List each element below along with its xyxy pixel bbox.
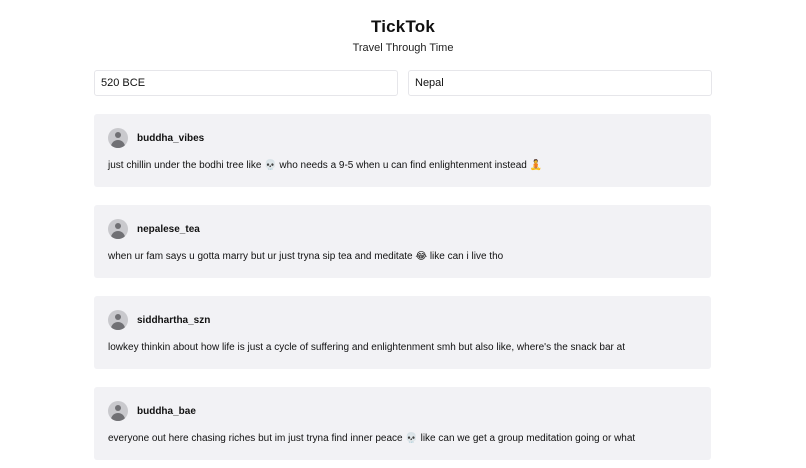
header: TickTok Travel Through Time xyxy=(0,16,806,55)
location-input[interactable] xyxy=(408,70,712,96)
time-input[interactable] xyxy=(94,70,398,96)
post-text: everyone out here chasing riches but im … xyxy=(108,433,636,444)
avatar-body-shape xyxy=(111,322,125,330)
post-username[interactable]: buddha_vibes xyxy=(137,132,204,145)
user-avatar-icon[interactable] xyxy=(108,401,128,421)
user-avatar-icon[interactable] xyxy=(108,219,128,239)
post-text: lowkey thinkin about how life is just a … xyxy=(108,342,626,353)
post-username[interactable]: siddhartha_szn xyxy=(137,314,210,327)
post-text: just chillin under the bodhi tree like 💀… xyxy=(108,160,543,171)
post-card: siddhartha_szn lowkey thinkin about how … xyxy=(94,296,711,369)
post-card: buddha_bae everyone out here chasing ric… xyxy=(94,387,711,460)
post-feed: buddha_vibes just chillin under the bodh… xyxy=(94,114,711,468)
user-avatar-icon[interactable] xyxy=(108,310,128,330)
avatar-body-shape xyxy=(111,413,125,421)
post-card: buddha_vibes just chillin under the bodh… xyxy=(94,114,711,187)
app-subtitle: Travel Through Time xyxy=(352,42,454,54)
app-title: TickTok xyxy=(370,17,436,36)
time-place-inputs xyxy=(94,70,712,96)
avatar-head-shape xyxy=(115,314,121,320)
post-card: nepalese_tea when ur fam says u gotta ma… xyxy=(94,205,711,278)
post-text: when ur fam says u gotta marry but ur ju… xyxy=(108,251,504,262)
avatar-head-shape xyxy=(115,223,121,229)
user-avatar-icon[interactable] xyxy=(108,128,128,148)
post-username[interactable]: nepalese_tea xyxy=(137,223,200,236)
avatar-head-shape xyxy=(115,132,121,138)
avatar-head-shape xyxy=(115,405,121,411)
post-username[interactable]: buddha_bae xyxy=(137,405,196,418)
avatar-body-shape xyxy=(111,140,125,148)
avatar-body-shape xyxy=(111,231,125,239)
page: TickTok Travel Through Time buddha_vibes… xyxy=(0,0,806,468)
